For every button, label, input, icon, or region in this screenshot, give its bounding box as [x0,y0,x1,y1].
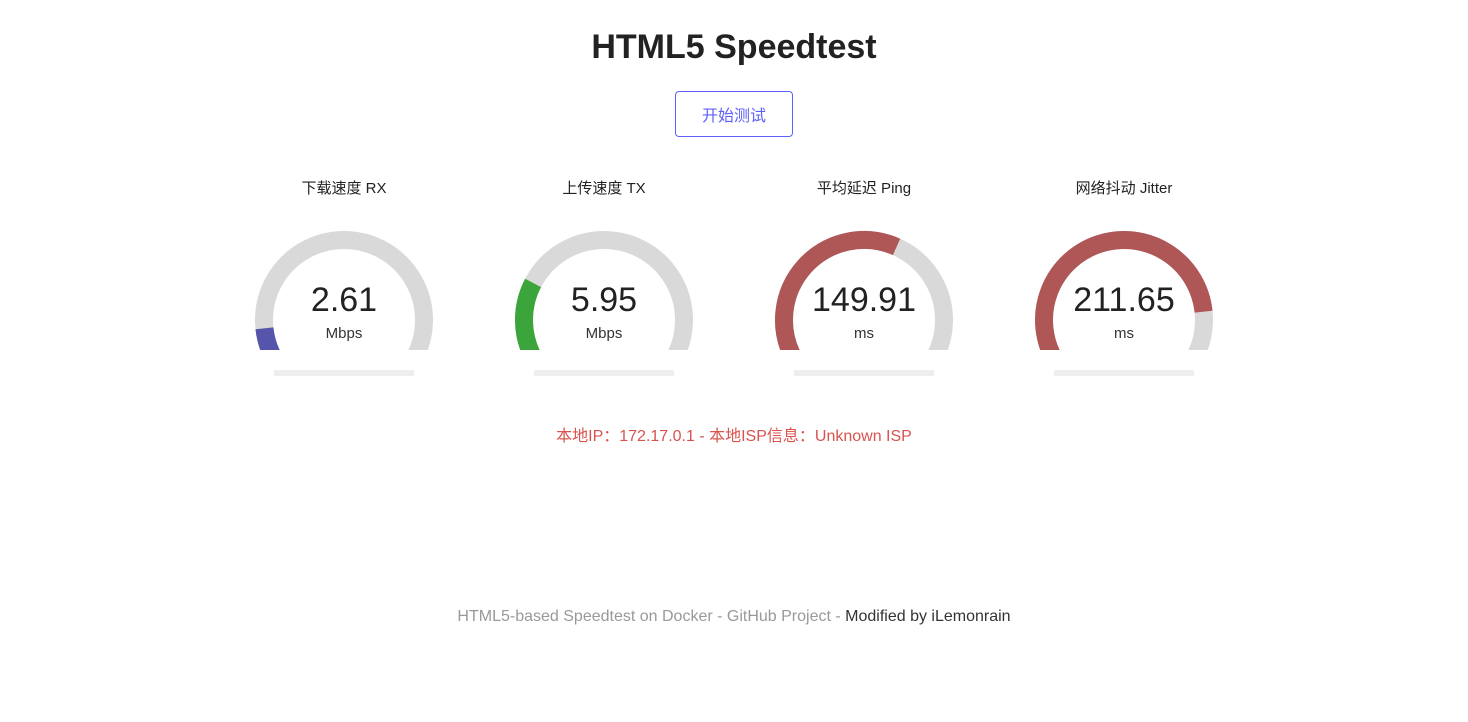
ip-info: 本地IP：172.17.0.1 - 本地ISP信息：Unknown ISP [0,422,1468,446]
footer-link-docker[interactable]: HTML5-based Speedtest on Docker [457,608,712,625]
download-gauge: 下载速度 RX 2.61 Mbps [234,177,454,376]
gauge-unit: Mbps [504,325,704,342]
ping-gauge: 平均延迟 Ping 149.91 ms [754,177,974,376]
footer: HTML5-based Speedtest on Docker - GitHub… [0,608,1468,626]
footer-sep: - [713,608,727,625]
gauge-progress-bar [1054,370,1194,376]
gauge-unit: Mbps [244,325,444,342]
gauges-row: 下载速度 RX 2.61 Mbps 上传速度 TX 5.95 Mbps 平均延迟 Ping 1… [0,177,1468,376]
gauge-value: 211.65 [1024,283,1224,317]
gauge-dial: 2.61 Mbps [244,210,444,350]
gauge-unit: ms [764,325,964,342]
footer-modified-by: Modified by iLemonrain [845,608,1010,625]
gauge-progress-bar [534,370,674,376]
gauge-label: 上传速度 TX [562,177,645,198]
gauge-value: 2.61 [244,283,444,317]
jitter-gauge: 网络抖动 Jitter 211.65 ms [1014,177,1234,376]
gauge-unit: ms [1024,325,1224,342]
upload-gauge: 上传速度 TX 5.95 Mbps [494,177,714,376]
gauge-dial: 149.91 ms [764,210,964,350]
page-title: HTML5 Speedtest [0,0,1468,67]
gauge-progress-bar [274,370,414,376]
gauge-dial: 5.95 Mbps [504,210,704,350]
start-button[interactable]: 开始测试 [675,91,793,137]
gauge-dial: 211.65 ms [1024,210,1224,350]
gauge-label: 下载速度 RX [301,177,386,198]
footer-link-github[interactable]: GitHub Project [727,608,831,625]
gauge-label: 网络抖动 Jitter [1076,177,1173,198]
footer-sep: - [831,608,845,625]
gauge-label: 平均延迟 Ping [817,177,911,198]
gauge-value: 149.91 [764,283,964,317]
gauge-progress-bar [794,370,934,376]
gauge-value: 5.95 [504,283,704,317]
